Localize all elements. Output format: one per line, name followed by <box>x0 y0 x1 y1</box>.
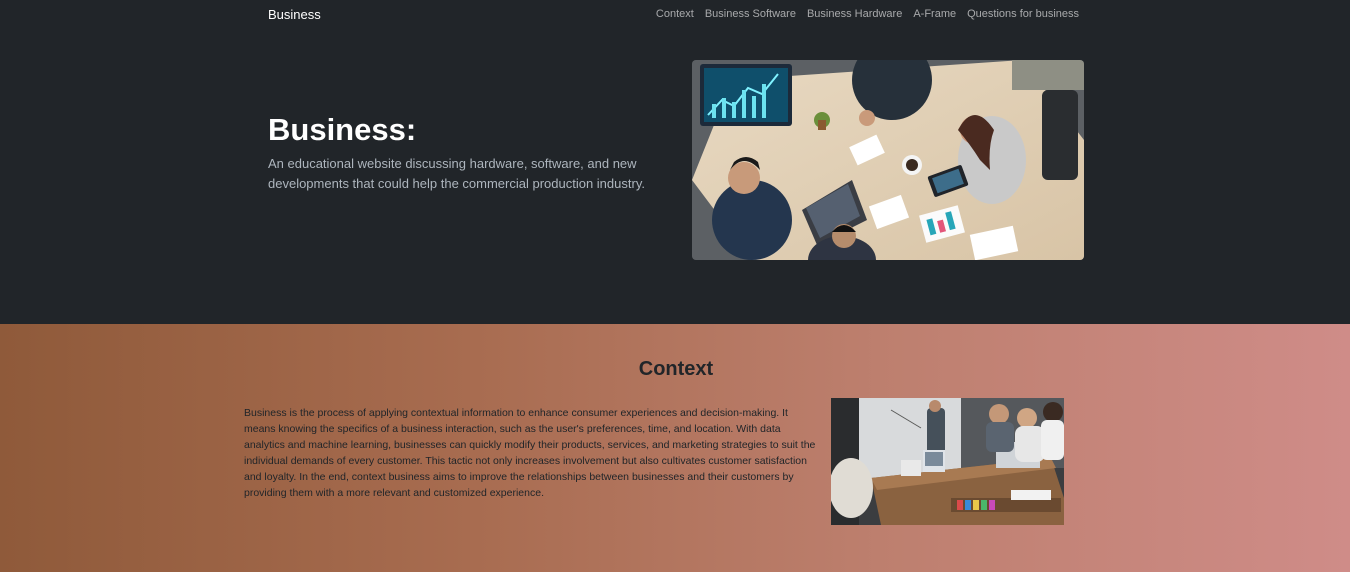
nav-link-questions-for-business[interactable]: Questions for business <box>967 8 1079 20</box>
top-navbar: Business Context Business Software Busin… <box>0 0 1350 30</box>
hero-section: Business: An educational website discuss… <box>0 30 1350 324</box>
nav-link-context[interactable]: Context <box>656 8 694 20</box>
context-section: Context Business is the process of apply… <box>0 324 1350 572</box>
hero-image-business-meeting <box>692 60 1084 260</box>
hero-description: An educational website discussing hardwa… <box>268 156 645 191</box>
context-image-team-meeting <box>831 398 1064 525</box>
navbar-brand[interactable]: Business <box>268 7 321 22</box>
context-heading: Context <box>638 358 714 380</box>
nav-link-business-hardware[interactable]: Business Hardware <box>807 8 902 20</box>
nav-link-a-frame[interactable]: A-Frame <box>913 8 956 20</box>
nav-links: Context Business Software Business Hardw… <box>656 8 1079 20</box>
nav-link-business-software[interactable]: Business Software <box>705 8 796 20</box>
context-body: Business is the process of applying cont… <box>244 407 816 499</box>
hero-title: Business: <box>268 112 417 147</box>
